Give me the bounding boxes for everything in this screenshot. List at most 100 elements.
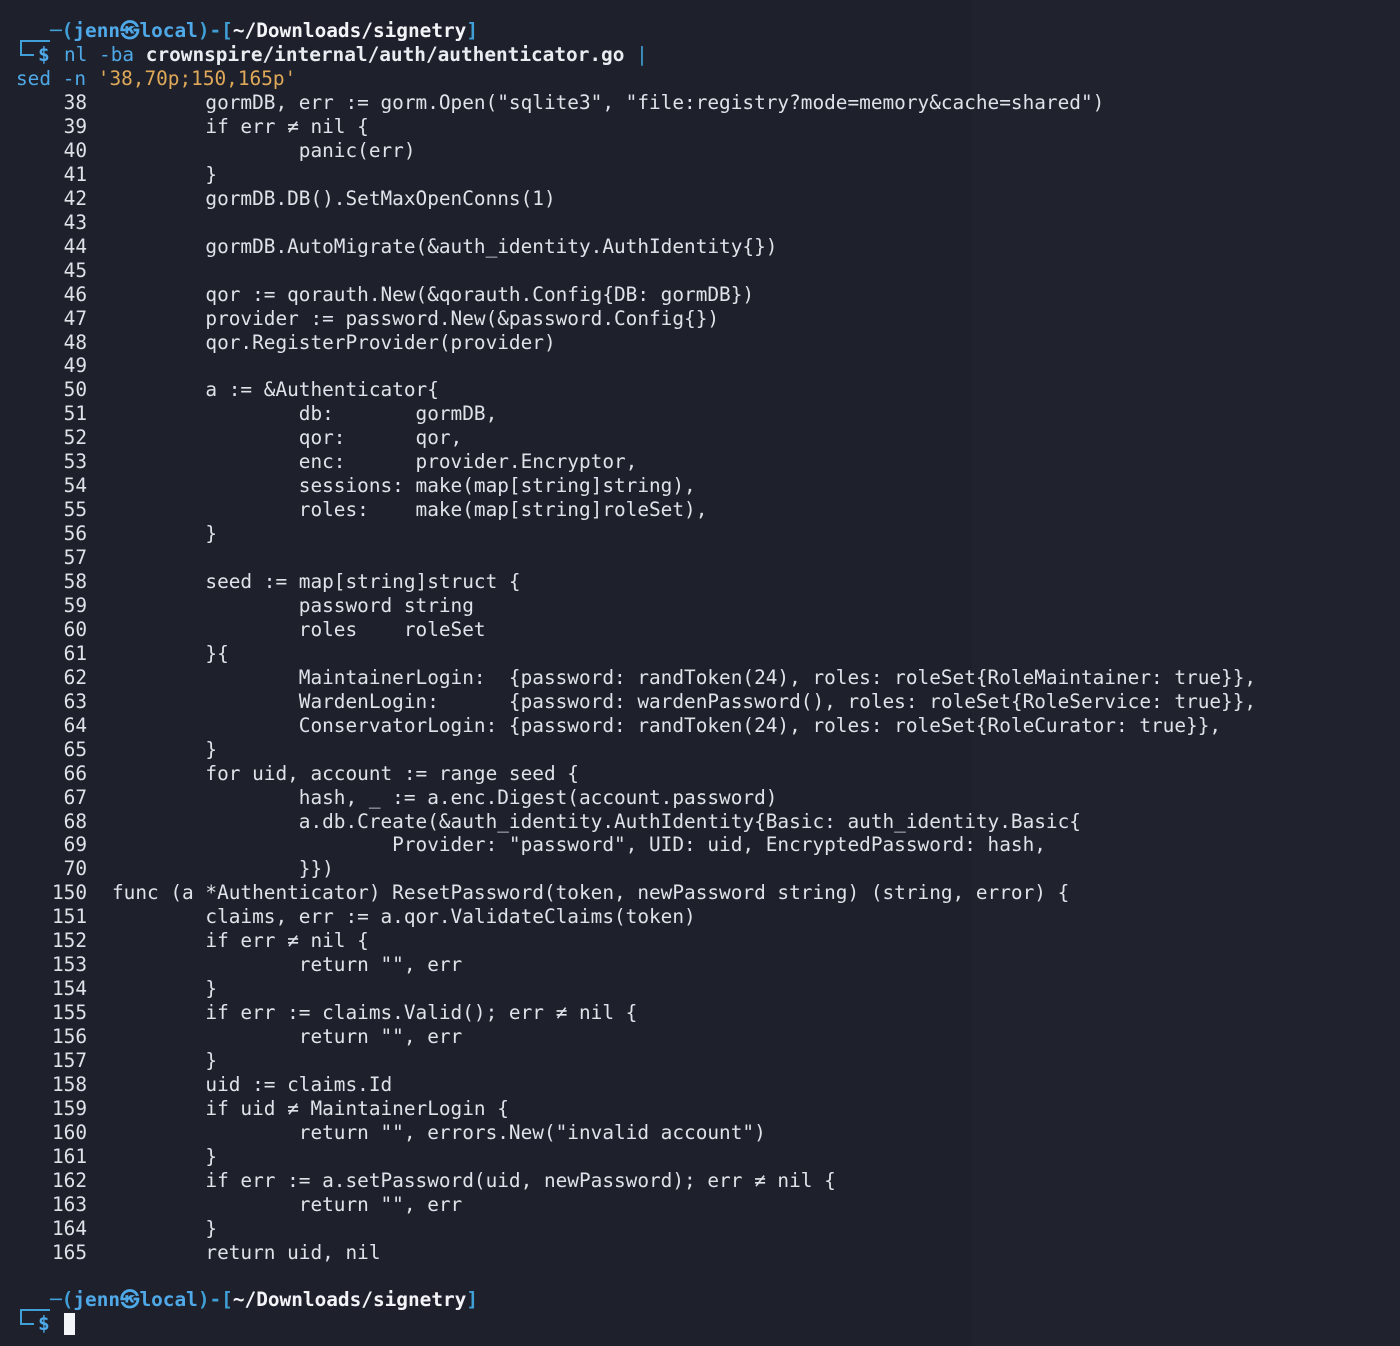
line-number: 61 <box>63 641 87 665</box>
code-line: if uid ≠ MaintainerLogin { <box>112 1096 509 1120</box>
code-line: if err ≠ nil { <box>112 929 369 953</box>
skull-icon-2: ㉿ <box>120 1288 140 1311</box>
line-number: 153 <box>51 953 87 977</box>
code-line: roles roleSet <box>112 617 486 641</box>
code-line: gormDB.DB().SetMaxOpenConns(1) <box>112 186 556 210</box>
line-number: 69 <box>63 833 87 857</box>
code-line: password string <box>112 593 474 617</box>
command-pipe: | <box>636 43 648 66</box>
line-number: 151 <box>51 905 87 929</box>
code-line: } <box>112 737 218 761</box>
line-number: 68 <box>63 809 87 833</box>
line-number: 41 <box>63 162 87 186</box>
code-line: if err := claims.Valid(); err ≠ nil { <box>112 1001 638 1025</box>
code-line: qor := qorauth.New(&qorauth.Config{DB: g… <box>112 282 755 306</box>
code-line: a := &Authenticator{ <box>112 378 439 402</box>
line-number: 70 <box>63 857 87 881</box>
prompt-corner-bottom-2 <box>20 1311 34 1325</box>
code-line: sessions: make(map[string]string), <box>112 474 696 498</box>
line-number: 54 <box>63 474 87 498</box>
code-line: ConservatorLogin: {password: randToken(2… <box>112 713 1222 737</box>
code-line: for uid, account := range seed { <box>112 761 579 785</box>
prompt-user-2: jenn <box>73 1288 121 1311</box>
line-number: 38 <box>63 91 87 114</box>
code-line: }}) <box>112 857 334 881</box>
code-line: return "", errors.New("invalid account") <box>112 1120 766 1144</box>
line-number: 56 <box>63 522 87 546</box>
line-number: 159 <box>51 1096 87 1120</box>
line-number: 57 <box>63 546 87 570</box>
code-line: } <box>112 1144 218 1168</box>
text-cursor[interactable] <box>64 1313 75 1335</box>
code-line: qor: qor, <box>112 426 463 450</box>
code-line: gormDB.AutoMigrate(&auth_identity.AuthId… <box>112 234 778 258</box>
line-number: 58 <box>63 570 87 593</box>
code-line: WardenLogin: {password: wardenPassword()… <box>112 689 1257 713</box>
code-line: uid := claims.Id <box>112 1072 393 1096</box>
command-line[interactable]: nl -ba crownspire/internal/auth/authenti… <box>64 43 648 67</box>
line-number: 62 <box>63 665 87 689</box>
code-line: return uid, nil <box>112 1240 381 1264</box>
line-number: 161 <box>51 1144 87 1168</box>
command-flag: -ba <box>99 43 135 66</box>
line-number: 43 <box>63 210 87 234</box>
line-number: 165 <box>51 1240 87 1264</box>
line-number: 52 <box>63 426 87 450</box>
code-line: a.db.Create(&auth_identity.AuthIdentity{… <box>112 809 1081 833</box>
line-number: 40 <box>63 138 87 162</box>
line-number: 155 <box>51 1001 87 1025</box>
line-number: 39 <box>63 114 87 138</box>
command-program2: sed <box>16 67 52 90</box>
line-number: 156 <box>51 1025 87 1049</box>
line-number: 63 <box>63 689 87 713</box>
skull-icon: ㉿ <box>120 19 140 42</box>
line-number: 49 <box>63 354 87 378</box>
command-expr: '38,70p;150,165p' <box>97 67 297 90</box>
line-number: 64 <box>63 713 87 737</box>
line-number: 47 <box>63 306 87 330</box>
line-number: 152 <box>51 929 87 953</box>
code-line: hash, _ := a.enc.Digest(account.password… <box>112 785 778 809</box>
prompt-user: jenn <box>73 19 121 42</box>
prompt-cwd: ~/Downloads/signetry <box>232 19 467 42</box>
prompt-header-2: ─(jenn㉿local)-[~/Downloads/signetry] <box>50 1288 479 1311</box>
line-number: 55 <box>63 498 87 522</box>
terminal-window[interactable]: ─(jenn㉿local)-[~/Downloads/signetry] $ n… <box>0 0 1400 1346</box>
code-line: return "", err <box>112 953 463 977</box>
code-line: }{ <box>112 641 229 665</box>
code-line: } <box>112 162 218 186</box>
line-number: 67 <box>63 785 87 809</box>
prompt-corner-bottom <box>20 42 34 56</box>
command-line-continued[interactable]: sed -n '38,70p;150,165p' <box>16 67 296 91</box>
code-line: } <box>112 1049 218 1072</box>
line-number: 53 <box>63 450 87 474</box>
code-line: provider := password.New(&password.Confi… <box>112 306 720 330</box>
prompt-symbol: $ <box>38 43 50 66</box>
line-number: 154 <box>51 977 87 1001</box>
code-line: roles: make(map[string]roleSet), <box>112 498 708 522</box>
code-line: return "", err <box>112 1192 463 1216</box>
prompt-header: ─(jenn㉿local)-[~/Downloads/signetry] <box>50 19 479 42</box>
code-line: qor.RegisterProvider(provider) <box>112 330 556 354</box>
code-line: Provider: "password", UID: uid, Encrypte… <box>112 833 1046 857</box>
code-line: if err ≠ nil { <box>112 114 369 138</box>
code-line: if err := a.setPassword(uid, newPassword… <box>112 1168 836 1192</box>
code-line: claims, err := a.qor.ValidateClaims(toke… <box>112 905 696 929</box>
line-number: 50 <box>63 378 87 402</box>
line-number: 66 <box>63 761 87 785</box>
prompt-cwd-2: ~/Downloads/signetry <box>232 1288 467 1311</box>
code-line: MaintainerLogin: {password: randToken(24… <box>112 665 1257 689</box>
command-flag2: -n <box>62 67 87 90</box>
line-number: 150 <box>51 881 87 905</box>
code-line: enc: provider.Encryptor, <box>112 450 638 474</box>
line-number: 65 <box>63 737 87 761</box>
line-number: 51 <box>63 402 87 426</box>
command-program: nl <box>64 43 88 66</box>
code-line: seed := map[string]struct { <box>112 570 521 593</box>
code-line: } <box>112 977 218 1001</box>
command-path: crownspire/internal/auth/authenticator.g… <box>145 43 625 66</box>
line-number: 45 <box>63 258 87 282</box>
code-line: func (a *Authenticator) ResetPassword(to… <box>112 881 1070 905</box>
line-number: 162 <box>51 1168 87 1192</box>
line-number: 46 <box>63 282 87 306</box>
